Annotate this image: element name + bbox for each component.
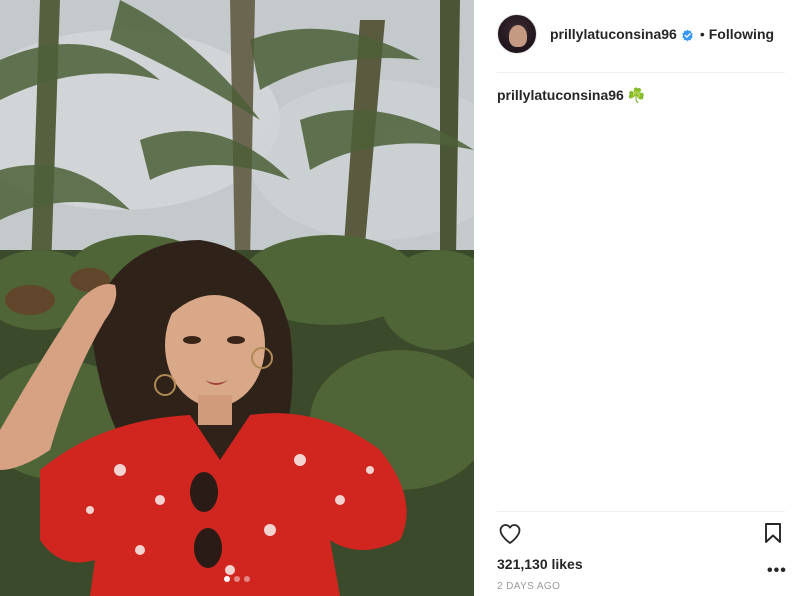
post-caption: prillylatuconsina96 ☘️ xyxy=(497,87,645,104)
heart-icon[interactable] xyxy=(498,522,522,546)
divider xyxy=(497,511,785,512)
more-options-icon[interactable]: ••• xyxy=(767,562,787,580)
separator-dot: • xyxy=(699,26,705,42)
carousel-dot xyxy=(224,576,230,582)
post-details-pane: prillylatuconsina96 • Following prillyla… xyxy=(474,0,808,596)
caption-username-link[interactable]: prillylatuconsina96 xyxy=(497,87,624,103)
carousel-dot xyxy=(244,576,250,582)
carousel-indicator xyxy=(0,576,474,582)
photo-illustration xyxy=(0,0,474,596)
caption-text: ☘️ xyxy=(627,87,646,103)
avatar[interactable] xyxy=(497,14,537,54)
username-link[interactable]: prillylatuconsina96 xyxy=(550,26,677,42)
verified-badge-icon xyxy=(682,29,693,41)
divider xyxy=(497,72,785,73)
following-button[interactable]: Following xyxy=(709,26,774,42)
carousel-dot xyxy=(234,576,240,582)
likes-count[interactable]: 321,130 likes xyxy=(497,556,583,572)
bookmark-icon[interactable] xyxy=(763,522,783,544)
post-timestamp[interactable]: 2 DAYS AGO xyxy=(497,581,560,592)
post-photo[interactable] xyxy=(0,0,474,596)
post-header: prillylatuconsina96 • Following xyxy=(497,13,785,55)
